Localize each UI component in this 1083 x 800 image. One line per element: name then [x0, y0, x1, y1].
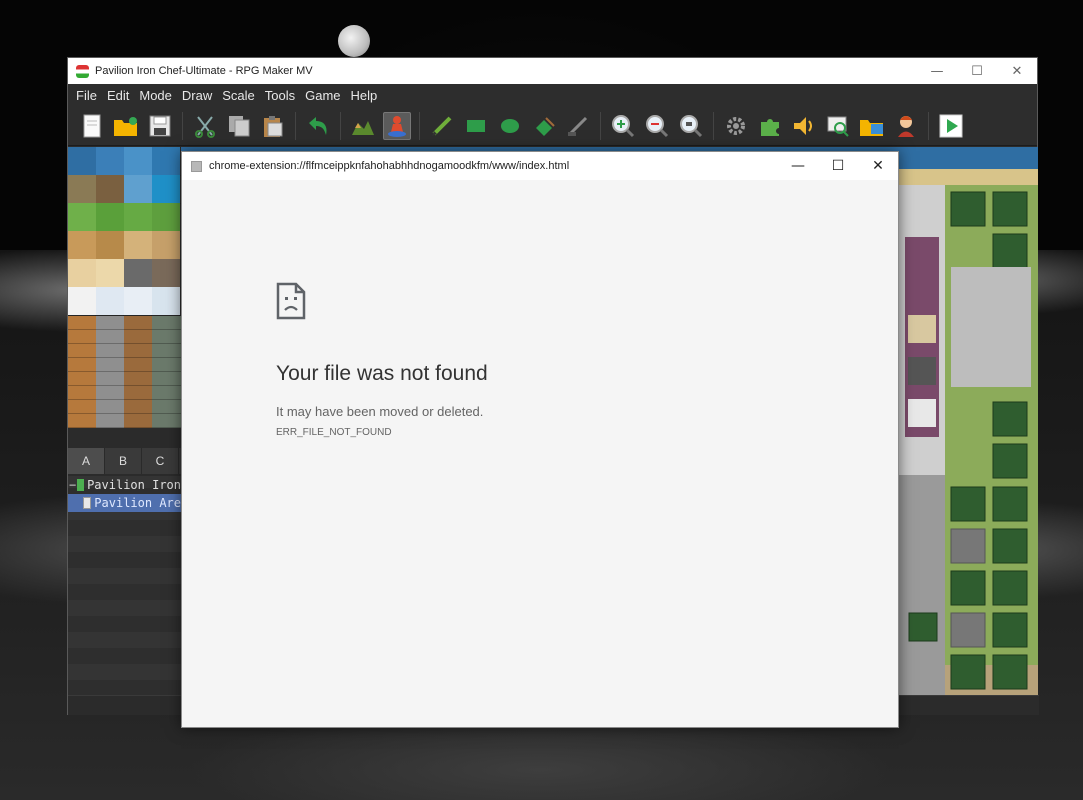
moon-image	[338, 25, 370, 57]
error-code: ERR_FILE_NOT_FOUND	[276, 427, 392, 438]
ellipse-icon[interactable]	[496, 112, 524, 140]
tile[interactable]	[68, 147, 96, 175]
plugin-manager-icon[interactable]	[756, 112, 784, 140]
tile[interactable]	[96, 259, 124, 287]
rpg-maker-titlebar: Pavilion Iron Chef-Ultimate - RPG Maker …	[68, 58, 1037, 84]
tile[interactable]	[96, 287, 124, 315]
tile[interactable]	[152, 259, 180, 287]
expand-icon[interactable]: −	[68, 478, 77, 492]
tile[interactable]	[124, 203, 152, 231]
tile[interactable]	[124, 147, 152, 175]
save-project-icon[interactable]	[146, 112, 174, 140]
playtest-icon[interactable]	[937, 112, 965, 140]
toolbar-separator	[713, 111, 714, 140]
event-searcher-icon[interactable]	[824, 112, 852, 140]
menu-mode[interactable]: Mode	[134, 88, 177, 103]
open-project-icon[interactable]	[112, 112, 140, 140]
toolbar-separator	[419, 111, 420, 140]
tile[interactable]	[96, 203, 124, 231]
database-icon[interactable]	[722, 112, 750, 140]
menu-edit[interactable]: Edit	[102, 88, 134, 103]
map-tree: − Pavilion Iron Pavilion Are	[68, 476, 181, 696]
window-url: chrome-extension://flfmceippknfahohabhhd…	[209, 160, 570, 172]
tile[interactable]	[124, 259, 152, 287]
tile[interactable]	[68, 231, 96, 259]
project-icon	[77, 479, 85, 491]
menu-help[interactable]: Help	[346, 88, 383, 103]
paste-icon[interactable]	[259, 112, 287, 140]
tile[interactable]	[152, 287, 180, 315]
map-tiles-visible	[899, 147, 1038, 695]
zoom-out-icon[interactable]	[643, 112, 671, 140]
page-icon	[191, 160, 202, 172]
new-project-icon[interactable]	[78, 112, 106, 140]
tileset-tabs: A B C	[68, 448, 181, 474]
toolbar-separator	[340, 111, 341, 140]
close-button[interactable]: ✕	[858, 152, 898, 180]
toolbar-separator	[928, 111, 929, 140]
toolbar-separator	[182, 111, 183, 140]
undo-icon[interactable]	[304, 112, 332, 140]
toolbar-separator	[600, 111, 601, 140]
error-message: It may have been moved or deleted.	[276, 404, 484, 419]
tile[interactable]	[68, 287, 96, 315]
minimize-button[interactable]: —	[778, 152, 818, 180]
menu-tools[interactable]: Tools	[260, 88, 300, 103]
menu-game[interactable]: Game	[300, 88, 345, 103]
tile[interactable]	[68, 203, 96, 231]
maximize-button[interactable]: ☐	[957, 58, 997, 84]
tile[interactable]	[124, 175, 152, 203]
rpg-maker-app-icon	[76, 64, 89, 78]
character-generator-icon[interactable]	[892, 112, 920, 140]
menu-draw[interactable]: Draw	[177, 88, 217, 103]
shadow-pen-icon[interactable]	[564, 112, 592, 140]
resource-manager-icon[interactable]	[858, 112, 886, 140]
copy-icon[interactable]	[225, 112, 253, 140]
tree-item-map[interactable]: Pavilion Are	[68, 494, 181, 512]
error-title: Your file was not found	[276, 362, 488, 385]
menu-bar: File Edit Mode Draw Scale Tools Game Hel…	[68, 84, 1037, 106]
rectangle-icon[interactable]	[462, 112, 490, 140]
tab-a[interactable]: A	[68, 448, 105, 474]
maximize-button[interactable]: ☐	[818, 152, 858, 180]
tile[interactable]	[152, 203, 180, 231]
tab-b[interactable]: B	[105, 448, 142, 474]
toolbar-separator	[295, 111, 296, 140]
fill-icon[interactable]	[530, 112, 558, 140]
actual-size-icon[interactable]	[677, 112, 705, 140]
tile[interactable]	[124, 231, 152, 259]
tab-c[interactable]: C	[142, 448, 179, 474]
tile[interactable]	[96, 231, 124, 259]
cut-icon[interactable]	[191, 112, 219, 140]
toolbar	[68, 106, 1037, 146]
chrome-app-window: chrome-extension://flfmceippknfahohabhhd…	[181, 151, 899, 728]
tileset-palette-lower[interactable]	[68, 316, 181, 428]
close-button[interactable]: ✕	[997, 58, 1037, 84]
tile[interactable]	[96, 175, 124, 203]
zoom-in-icon[interactable]	[609, 112, 637, 140]
map-mode-icon[interactable]	[349, 112, 377, 140]
tile[interactable]	[124, 287, 152, 315]
menu-file[interactable]: File	[71, 88, 102, 103]
tile[interactable]	[152, 147, 180, 175]
tree-item-label: Pavilion Iron	[87, 478, 181, 492]
tree-item-project[interactable]: − Pavilion Iron	[68, 476, 181, 494]
map-icon	[83, 497, 92, 509]
pencil-icon[interactable]	[428, 112, 456, 140]
tile[interactable]	[152, 175, 180, 203]
tree-item-label: Pavilion Are	[94, 496, 181, 510]
tile[interactable]	[68, 259, 96, 287]
chrome-titlebar: chrome-extension://flfmceippknfahohabhhd…	[182, 152, 898, 180]
tile[interactable]	[68, 175, 96, 203]
sound-test-icon[interactable]	[790, 112, 818, 140]
menu-scale[interactable]: Scale	[217, 88, 260, 103]
minimize-button[interactable]: —	[917, 58, 957, 84]
tile[interactable]	[96, 147, 124, 175]
window-title: Pavilion Iron Chef-Ultimate - RPG Maker …	[95, 65, 313, 77]
tile[interactable]	[152, 231, 180, 259]
sad-file-icon	[276, 282, 306, 320]
event-mode-icon[interactable]	[383, 111, 411, 140]
error-content: Your file was not found It may have been…	[276, 282, 488, 438]
